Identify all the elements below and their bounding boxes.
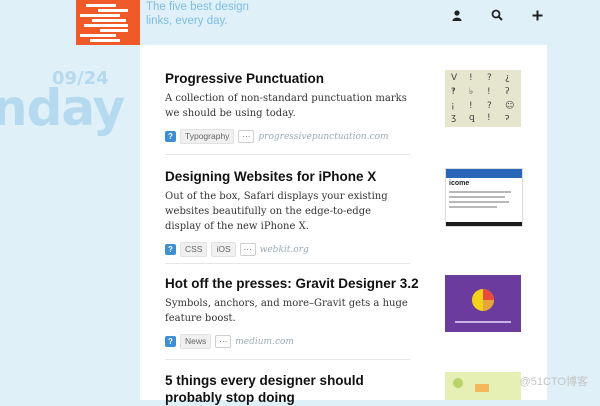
date-display: 09/24 nday	[0, 48, 142, 148]
tag-typography[interactable]: Typography	[180, 129, 235, 144]
article-description: A collection of non-standard punctuation…	[165, 93, 407, 119]
article-meta: ? CSS iOS ··· webkit.org	[165, 242, 549, 257]
more-button[interactable]: ···	[239, 243, 256, 256]
site-tagline: The five best design links, every day.	[146, 0, 276, 28]
article-thumbnail[interactable]	[445, 275, 521, 332]
article-description: Symbols, anchors, and more–Gravit gets a…	[165, 298, 408, 324]
more-button[interactable]: ···	[215, 335, 232, 348]
question-icon[interactable]: ?	[165, 131, 176, 142]
article-meta: ? Typography ··· progressivepunctuation.…	[165, 129, 549, 144]
more-button[interactable]: ···	[238, 130, 255, 143]
divider	[165, 154, 410, 155]
tag-ios[interactable]: iOS	[211, 242, 236, 257]
divider	[165, 263, 410, 264]
article-thumbnail[interactable]: V!? ¿ ‽ ♭! ʔ ¡!? ☺ ʒ ꝗ! ɂ	[445, 70, 521, 127]
top-actions	[450, 8, 544, 22]
divider	[165, 359, 410, 360]
tagline-line-1: The five best design	[146, 1, 249, 13]
weekday-label: nday	[0, 79, 125, 137]
watermark: @51CTO博客	[519, 376, 588, 388]
article-source[interactable]: progressivepunctuation.com	[258, 132, 388, 142]
question-icon[interactable]: ?	[165, 336, 176, 347]
article-meta: ? News ··· medium.com	[165, 334, 549, 349]
tag-news[interactable]: News	[180, 334, 212, 349]
article-thumbnail[interactable]	[445, 372, 521, 400]
tagline-line-2: links, every day.	[146, 15, 228, 27]
plus-icon[interactable]	[530, 8, 544, 22]
tag-css[interactable]: CSS	[180, 242, 208, 257]
user-icon[interactable]	[450, 8, 464, 22]
article-thumbnail[interactable]: icome	[445, 168, 523, 227]
article-description: Out of the box, Safari displays your exi…	[165, 191, 388, 232]
article-list: Progressive Punctuation A collection of …	[140, 45, 549, 405]
thumbnail-heading: icome	[449, 180, 470, 187]
search-icon[interactable]	[490, 8, 504, 22]
question-icon[interactable]: ?	[165, 244, 176, 255]
article-source[interactable]: webkit.org	[260, 245, 309, 255]
site-logo[interactable]	[76, 0, 140, 45]
article-title[interactable]: 5 things every designer should probably …	[165, 372, 410, 406]
article-source[interactable]: medium.com	[235, 337, 294, 347]
